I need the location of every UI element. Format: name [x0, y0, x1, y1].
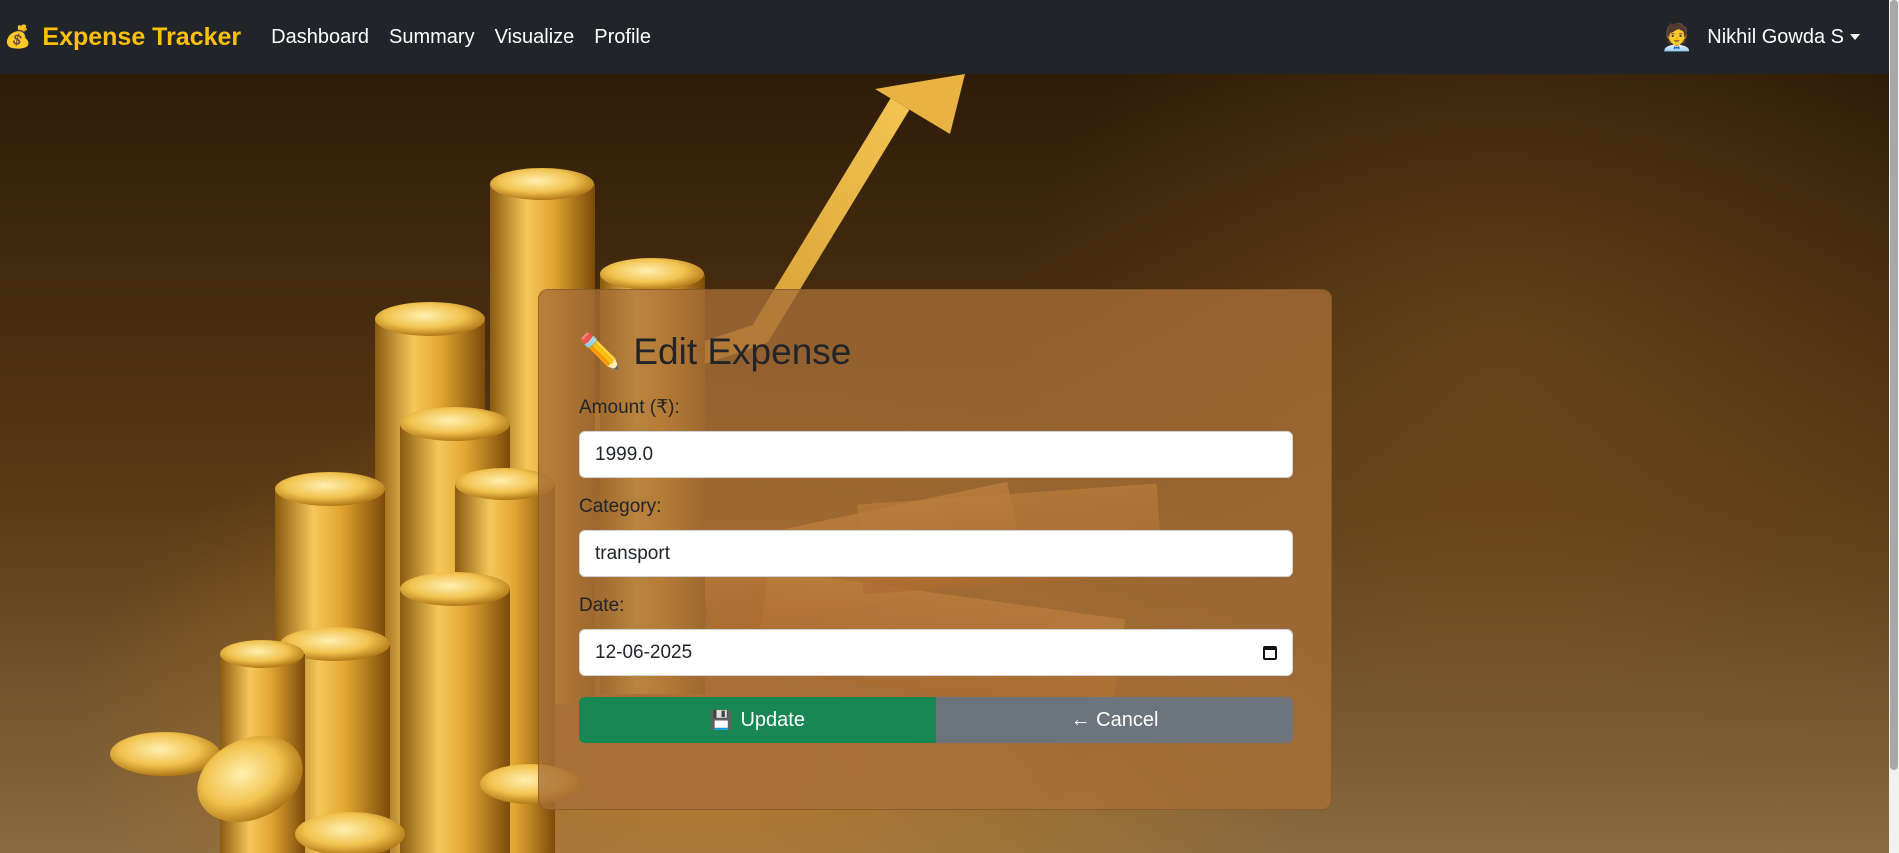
category-value: transport — [595, 542, 670, 564]
nav-link-profile[interactable]: Profile — [594, 26, 651, 49]
edit-expense-card: ✏️ Edit Expense Amount (₹): 1999.0 Categ… — [538, 289, 1332, 810]
category-input[interactable]: transport — [579, 530, 1293, 577]
nav-link-summary[interactable]: Summary — [389, 26, 475, 49]
user-name: Nikhil Gowda S — [1707, 25, 1844, 48]
form-actions: 💾 Update ← Cancel — [579, 697, 1293, 743]
update-button-label: Update — [740, 708, 805, 731]
amount-value: 1999.0 — [595, 443, 654, 465]
update-button[interactable]: 💾 Update — [579, 697, 936, 743]
nav-link-dashboard[interactable]: Dashboard — [271, 26, 369, 49]
category-label: Category: — [579, 496, 662, 517]
user-avatar-icon: 🧑‍💼 — [1660, 21, 1694, 52]
nav-link-visualize[interactable]: Visualize — [495, 26, 575, 49]
date-label: Date: — [579, 595, 625, 616]
cancel-button[interactable]: ← Cancel — [936, 697, 1293, 743]
scrollbar-thumb[interactable] — [1890, 0, 1898, 770]
user-menu-dropdown[interactable]: 🧑‍💼 Nikhil Gowda S — [1661, 0, 1860, 74]
amount-input[interactable]: 1999.0 — [579, 431, 1293, 478]
date-input[interactable]: 12-06-2025 — [579, 629, 1293, 676]
amount-label: Amount (₹): — [579, 397, 680, 418]
money-bag-icon: 💰 — [4, 24, 32, 49]
date-value: 12-06-2025 — [595, 641, 693, 663]
nav-links: Dashboard Summary Visualize Profile — [271, 26, 671, 49]
floppy-disk-icon: 💾 — [710, 709, 733, 730]
top-navbar: 💰 Expense Tracker Dashboard Summary Visu… — [0, 0, 1889, 74]
caret-down-icon — [1850, 34, 1860, 40]
cancel-button-label: ← Cancel — [1070, 708, 1159, 731]
pencil-icon: ✏️ — [579, 333, 622, 371]
brand-link[interactable]: 💰 Expense Tracker — [4, 23, 241, 52]
page-title: ✏️ Edit Expense — [579, 330, 1291, 374]
brand-label: Expense Tracker — [42, 22, 242, 51]
calendar-icon[interactable] — [1263, 645, 1277, 660]
page-scrollbar[interactable] — [1889, 0, 1899, 853]
title-text: Edit Expense — [633, 331, 852, 372]
